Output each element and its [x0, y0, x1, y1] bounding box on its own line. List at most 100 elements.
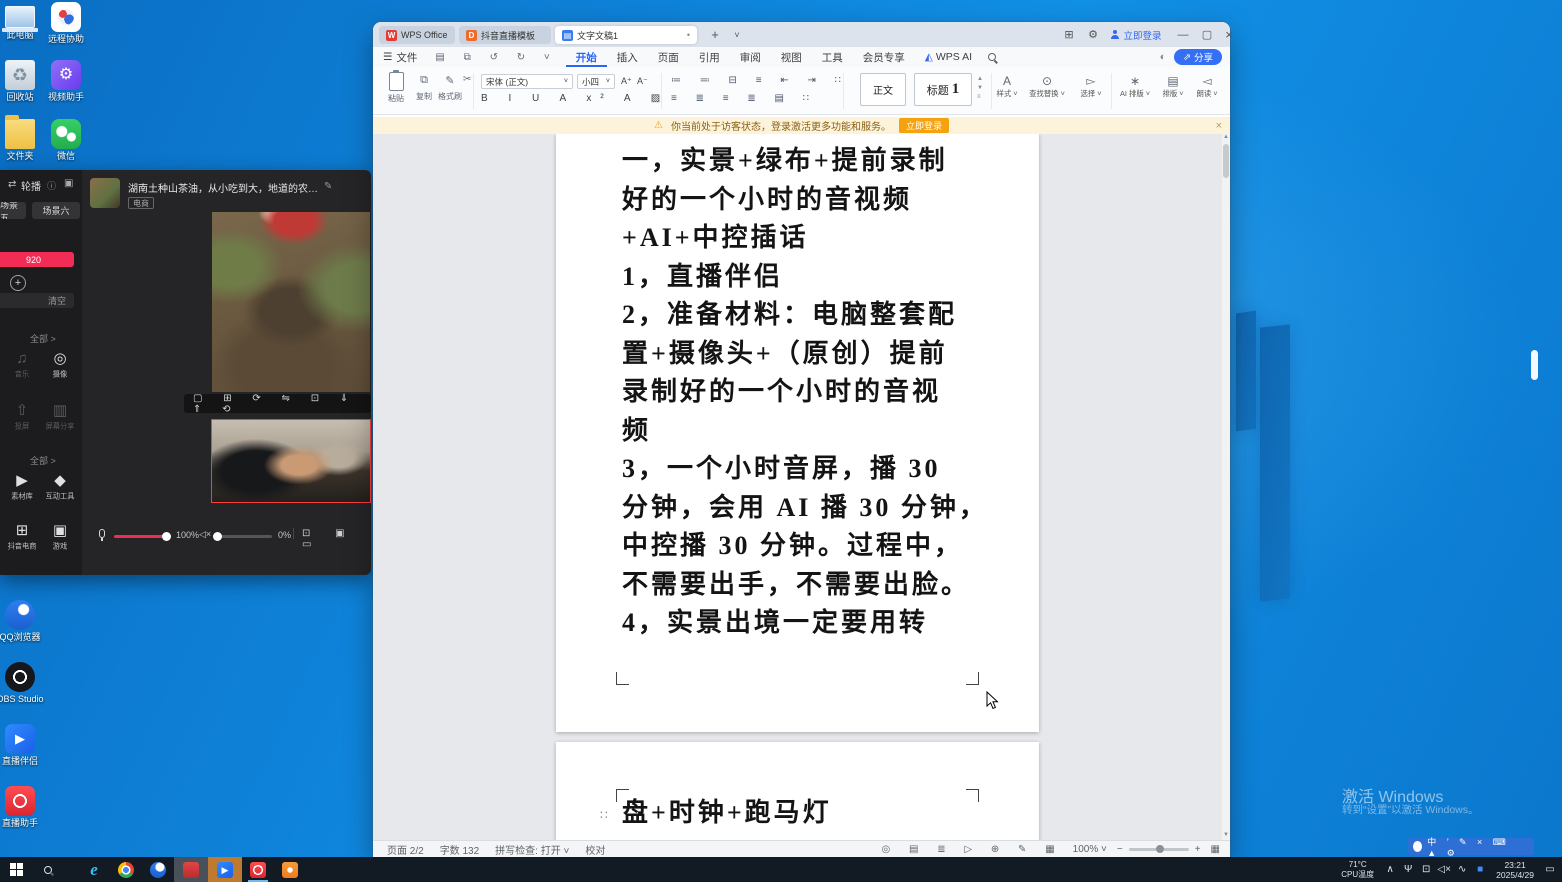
tab-current-document[interactable]: ▤文字文稿1•	[555, 26, 697, 44]
tray-volume-muted-icon[interactable]: ◁×	[1436, 864, 1452, 875]
taskbar-edge[interactable]: e	[78, 857, 110, 882]
search-icon[interactable]	[988, 53, 996, 61]
desktop-icon-recycle-bin[interactable]: ♻回收站	[0, 60, 45, 102]
scroll-down-icon[interactable]: ▼	[1223, 832, 1229, 838]
shortcut-media-library[interactable]: ▶素材库	[4, 472, 40, 502]
file-menu[interactable]: ☰文件	[373, 47, 427, 67]
ime-tool-icons[interactable]: 中 ’ ✎ × ⌨ ▲ ⚙	[1427, 835, 1529, 859]
paragraph-drag-handle[interactable]: ∷	[600, 808, 608, 822]
menu-tab-review[interactable]: 审阅	[730, 47, 771, 67]
shortcut-ecommerce[interactable]: ⊞抖音电商	[4, 522, 40, 552]
minimize-button[interactable]: —	[1171, 25, 1195, 44]
desktop-icon-this-pc[interactable]: 此电脑	[0, 2, 45, 40]
tray-expand-icon[interactable]: ∧	[1382, 864, 1398, 875]
video-transform-toolbar[interactable]: ▢ ⊞ ⟳ ⇋ ⊡ ⇓ ⇑ ⟲	[184, 394, 371, 413]
taskbar-live-companion[interactable]: ▶	[208, 857, 242, 882]
zoom-in-button[interactable]: +	[1195, 844, 1201, 855]
source-music[interactable]: ♫音乐	[4, 350, 40, 380]
speaker-volume-slider[interactable]	[214, 535, 272, 538]
info-icon[interactable]: ⓘ	[47, 179, 56, 192]
document-scrollbar[interactable]	[1222, 134, 1230, 840]
tool-select[interactable]: ▻选择 ˅	[1069, 74, 1113, 99]
desktop-icon-live-helper[interactable]: 直播助手	[0, 786, 45, 828]
scene-thumbnail[interactable]	[90, 178, 120, 208]
spellcheck-toggle[interactable]: 拼写检查: 打开 ˅	[495, 842, 569, 857]
action-center-icon[interactable]: ▭	[1542, 864, 1558, 875]
section-all-1[interactable]: 全部 >	[30, 332, 56, 345]
tab-wps-office[interactable]: WWPS Office	[379, 26, 455, 44]
source-camera[interactable]: ◎摄像	[42, 350, 78, 380]
taskbar-qq-browser[interactable]	[142, 857, 174, 882]
ime-toolbar[interactable]: 中 ’ ✎ × ⌨ ▲ ⚙	[1408, 838, 1534, 855]
tray-mic-icon[interactable]: Ψ	[1400, 864, 1416, 875]
taskbar-chrome[interactable]	[110, 857, 142, 882]
maximize-button[interactable]: ▢	[1195, 25, 1219, 44]
settings-gear-icon[interactable]: ⚙	[1081, 25, 1105, 44]
scene-tab-6[interactable]: 场景六	[32, 202, 80, 219]
document-page-2[interactable]: ∷ 盘+时钟+跑马灯	[556, 742, 1039, 840]
scene-tab-5[interactable]: 场景五	[0, 202, 26, 219]
taskbar-live-helper[interactable]	[242, 857, 274, 882]
font-size-select[interactable]: 小四˅	[577, 74, 615, 89]
menu-tab-home[interactable]: 开始	[566, 47, 607, 67]
mic-volume-knob[interactable]	[162, 532, 171, 541]
tool-find-replace[interactable]: ⊙查找替换 ˅	[1025, 74, 1069, 99]
tab-douyin-template[interactable]: D抖音直播模板	[459, 26, 551, 44]
desktop-icon-folder[interactable]: 文件夹	[0, 119, 45, 161]
desktop-icon-qq-browser[interactable]: QQ浏览器	[0, 600, 45, 642]
notice-close-icon[interactable]: ×	[1216, 120, 1222, 132]
menu-tab-member[interactable]: 会员专享	[853, 47, 915, 67]
taskbar-red-app[interactable]	[174, 857, 208, 882]
start-button[interactable]	[0, 857, 32, 882]
shortcut-game[interactable]: ▣游戏	[42, 522, 78, 552]
scrollbar-thumb[interactable]	[1223, 144, 1229, 178]
tool-read-aloud[interactable]: ◅朗读 ˅	[1185, 74, 1229, 99]
desktop-icon-remote[interactable]: 远程协助	[41, 2, 91, 44]
style-heading1-chip[interactable]: 标题1	[914, 73, 972, 106]
menu-tab-wps-ai[interactable]: ◭WPS AI	[915, 47, 982, 67]
speaker-volume-knob[interactable]	[213, 532, 222, 541]
format-painter-button[interactable]: ✎格式刷	[437, 74, 463, 102]
copy-scene-icon[interactable]: ▣	[64, 178, 73, 189]
clear-button[interactable]: 清空	[0, 293, 74, 308]
style-scroll-buttons[interactable]: ▲▼≡	[977, 75, 983, 102]
desktop-icon-wechat[interactable]: 微信	[41, 119, 91, 161]
paste-button[interactable]: 粘贴	[383, 72, 409, 104]
tool-styles[interactable]: A样式 ˅	[985, 74, 1029, 99]
shortcut-interactive-tools[interactable]: ◆互动工具	[42, 472, 78, 502]
window-layout-icon[interactable]: ⊞	[1057, 25, 1081, 44]
login-button[interactable]: 立即登录	[1105, 25, 1167, 44]
tray-app-icon[interactable]: ■	[1472, 864, 1488, 875]
theme-icon[interactable]: ◐	[1160, 51, 1166, 63]
new-tab-button[interactable]: +	[703, 25, 727, 44]
paragraph-buttons-row1[interactable]: ≔ ≕ ⊟ ≡ ⇤ ⇥ ∷	[671, 75, 849, 86]
notice-login-button[interactable]: 立即登录	[899, 118, 949, 133]
carousel-count-badge[interactable]: 920	[0, 252, 74, 267]
add-source-button[interactable]: +	[10, 275, 26, 291]
quick-access-icons[interactable]: ▤ ⧉ ↺ ↻ ˅	[435, 52, 557, 63]
cut-icon[interactable]: ✂	[463, 74, 471, 85]
view-mode-icons[interactable]: ◎ ▤ ≣ ▷ ⊕ ✎ ▦	[882, 844, 1063, 855]
copy-button[interactable]: ⧉复制	[413, 74, 435, 102]
preview-video-main[interactable]	[212, 212, 370, 392]
close-button[interactable]: ×	[1219, 25, 1239, 44]
mic-icon[interactable]	[99, 529, 105, 538]
carousel-swap-icon[interactable]: ⇄	[8, 179, 16, 190]
taskbar-orange-app[interactable]	[274, 857, 306, 882]
menu-tab-reference[interactable]: 引用	[689, 47, 730, 67]
menu-tab-page[interactable]: 页面	[648, 47, 689, 67]
grow-font-button[interactable]: A⁺	[621, 76, 632, 87]
taskbar-search-button[interactable]	[32, 857, 64, 882]
font-name-select[interactable]: 宋体 (正文)˅	[481, 74, 573, 89]
word-count[interactable]: 字数 132	[440, 842, 479, 857]
preview-video-selected[interactable]	[211, 419, 371, 503]
zoom-slider[interactable]	[1129, 848, 1189, 851]
paragraph-buttons-row2[interactable]: ≡ ≣ ≡ ≣ ▤ ∷	[671, 93, 817, 104]
cpu-temp-widget[interactable]: 71°CCPU温度	[1341, 860, 1374, 880]
section-all-2[interactable]: 全部 >	[30, 454, 56, 467]
style-body-chip[interactable]: 正文	[860, 73, 906, 106]
proofread-button[interactable]: 校对	[585, 842, 605, 857]
scroll-up-icon[interactable]: ▲	[1223, 134, 1229, 140]
edit-title-icon[interactable]: ✎	[324, 181, 332, 192]
source-screen-share[interactable]: ▥屏幕分享	[42, 402, 78, 432]
